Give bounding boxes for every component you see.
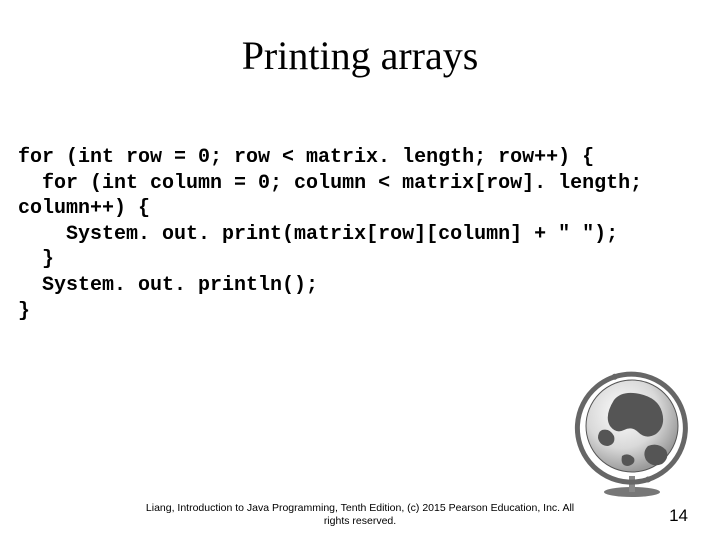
footer-line-2: rights reserved.: [0, 515, 720, 528]
code-block: for (int row = 0; row < matrix. length; …: [18, 145, 702, 324]
globe-icon: [562, 360, 702, 500]
slide: Printing arrays for (int row = 0; row < …: [0, 0, 720, 540]
page-number: 14: [669, 506, 688, 526]
footer-line-1: Liang, Introduction to Java Programming,…: [0, 502, 720, 515]
footer-credit: Liang, Introduction to Java Programming,…: [0, 502, 720, 528]
slide-title: Printing arrays: [0, 32, 720, 79]
